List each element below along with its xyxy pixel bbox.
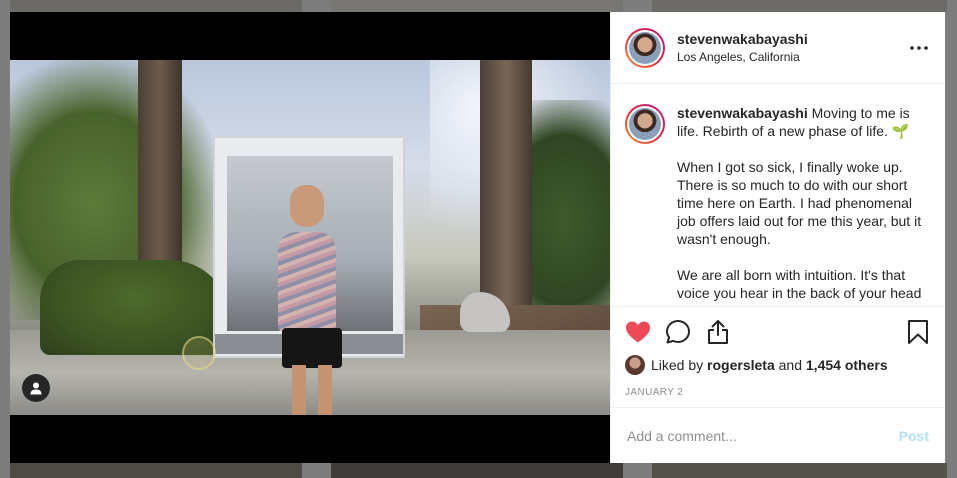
comment-input[interactable] xyxy=(627,427,899,444)
liked-by-user-link[interactable]: rogersleta xyxy=(707,357,775,373)
post-media xyxy=(10,12,610,463)
post-comment-button[interactable]: Post xyxy=(899,428,929,444)
comments-section[interactable]: stevenwakabayashi Moving to me is life. … xyxy=(611,84,945,306)
caption-avatar[interactable] xyxy=(625,104,665,144)
post-header: stevenwakabayashi Los Angeles, Californi… xyxy=(611,12,945,84)
post-actions: Liked by rogersleta and 1,454 others JAN… xyxy=(611,306,945,398)
post-photo[interactable] xyxy=(10,60,610,415)
heart-icon[interactable] xyxy=(625,319,651,345)
caption-paragraph: When I got so sick, I finally woke up. T… xyxy=(677,159,922,247)
background-grid-tile xyxy=(10,0,302,12)
post-username[interactable]: stevenwakabayashi xyxy=(677,31,907,47)
avatar[interactable] xyxy=(625,27,665,68)
background-grid-tile xyxy=(10,463,302,478)
post-sidebar: stevenwakabayashi Los Angeles, Californi… xyxy=(610,12,945,463)
caption-username[interactable]: stevenwakabayashi xyxy=(677,105,808,121)
background-grid-tile xyxy=(652,0,947,12)
post-date[interactable]: JANUARY 2 xyxy=(625,387,931,398)
likes-summary: Liked by rogersleta and 1,454 others xyxy=(625,355,931,375)
background-grid-tile xyxy=(652,463,947,478)
post-modal: stevenwakabayashi Los Angeles, Californi… xyxy=(10,12,945,463)
comment-bubble-icon[interactable] xyxy=(665,319,691,345)
comment-form: Post xyxy=(611,407,945,463)
caption-paragraph: We are all born with intuition. It's tha… xyxy=(677,267,922,301)
liker-avatar[interactable] xyxy=(625,355,645,375)
background-grid-tile xyxy=(331,463,623,478)
caption: stevenwakabayashi Moving to me is life. … xyxy=(625,104,931,306)
bookmark-icon[interactable] xyxy=(905,319,931,345)
background-grid-tile xyxy=(331,0,623,12)
more-options-icon[interactable] xyxy=(907,36,931,60)
likes-count-link[interactable]: 1,454 others xyxy=(806,357,888,373)
user-tag-icon[interactable] xyxy=(22,374,50,402)
share-icon[interactable] xyxy=(705,319,731,345)
post-location[interactable]: Los Angeles, California xyxy=(677,50,907,64)
